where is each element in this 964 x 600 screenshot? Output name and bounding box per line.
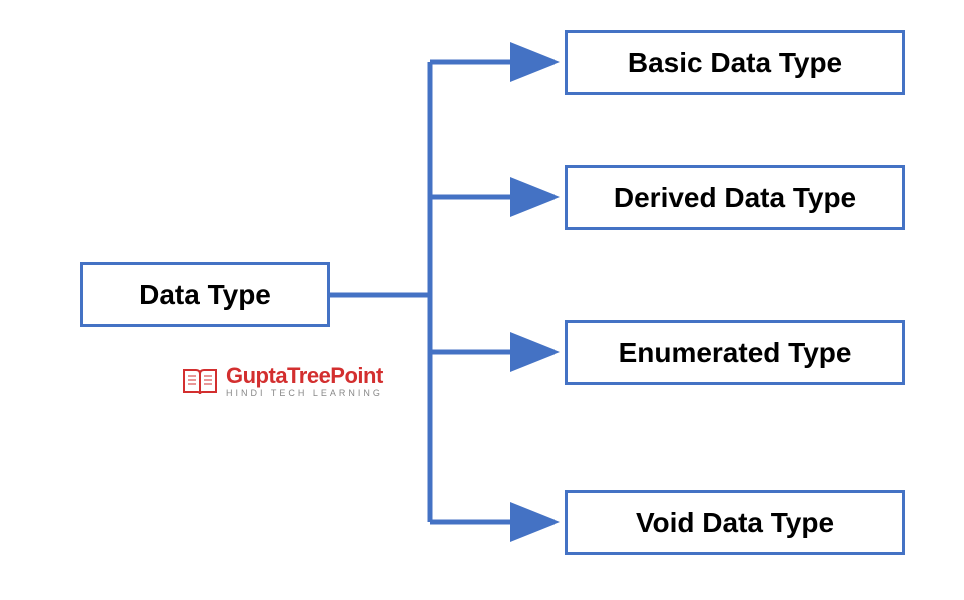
book-icon <box>180 366 220 398</box>
watermark-title: GuptaTreePoint <box>226 365 383 387</box>
child-node-label: Derived Data Type <box>614 182 856 214</box>
child-node-label: Basic Data Type <box>628 47 842 79</box>
root-node-label: Data Type <box>139 279 271 311</box>
diagram-container: Data Type Basic Data Type Derived Data T… <box>0 0 964 600</box>
child-node-label: Void Data Type <box>636 507 834 539</box>
watermark-text: GuptaTreePoint HINDI TECH LEARNING <box>226 365 383 398</box>
child-node-label: Enumerated Type <box>619 337 852 369</box>
root-node-data-type: Data Type <box>80 262 330 327</box>
child-node-derived-data-type: Derived Data Type <box>565 165 905 230</box>
child-node-basic-data-type: Basic Data Type <box>565 30 905 95</box>
child-node-enumerated-type: Enumerated Type <box>565 320 905 385</box>
watermark-subtitle: HINDI TECH LEARNING <box>226 389 383 398</box>
child-node-void-data-type: Void Data Type <box>565 490 905 555</box>
watermark-logo: GuptaTreePoint HINDI TECH LEARNING <box>180 365 383 398</box>
